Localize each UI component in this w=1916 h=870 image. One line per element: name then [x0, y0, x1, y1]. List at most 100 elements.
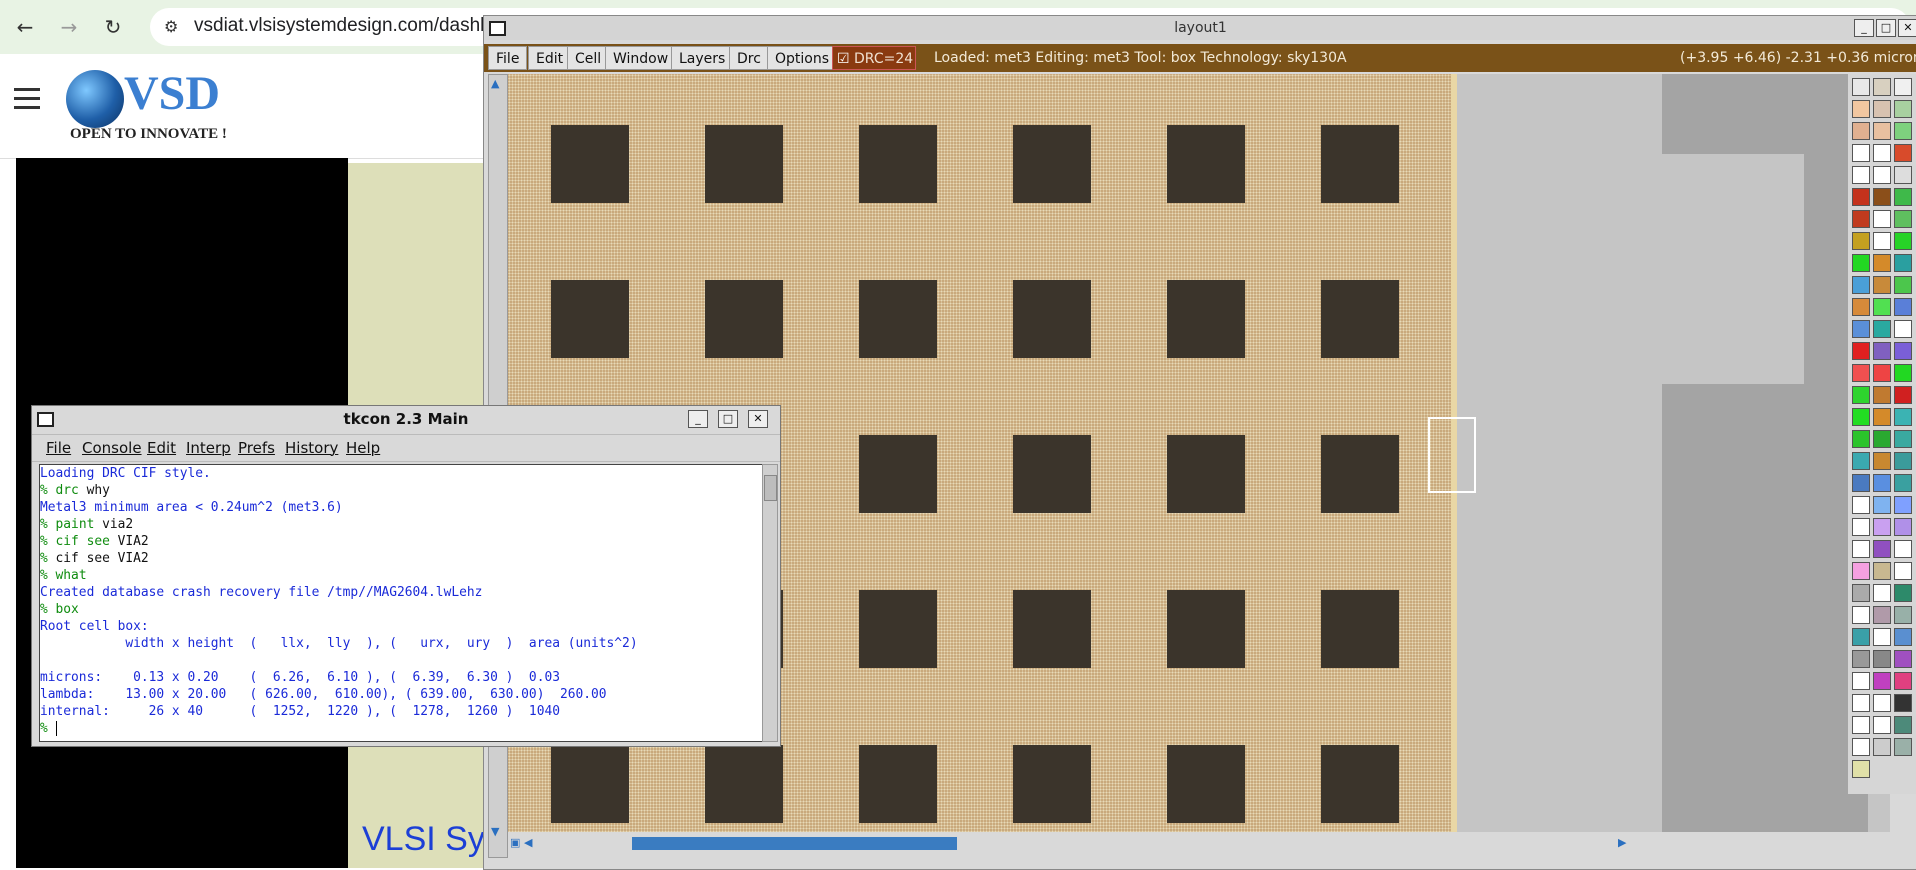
layer-swatch[interactable]: [1852, 254, 1870, 272]
layer-swatch[interactable]: [1894, 210, 1912, 228]
zoom-box-icon[interactable]: ▣: [510, 836, 520, 849]
layer-swatch[interactable]: [1894, 298, 1912, 316]
layer-swatch[interactable]: [1873, 540, 1891, 558]
layer-swatch[interactable]: [1894, 276, 1912, 294]
layer-swatch[interactable]: [1852, 122, 1870, 140]
menu-drc[interactable]: Drc: [729, 46, 769, 70]
layer-swatch[interactable]: [1873, 474, 1891, 492]
scroll-thumb[interactable]: [632, 837, 957, 850]
layer-swatch[interactable]: [1852, 540, 1870, 558]
layer-swatch[interactable]: [1873, 606, 1891, 624]
layer-swatch[interactable]: [1894, 606, 1912, 624]
console-input-line[interactable]: %: [40, 720, 762, 737]
window-menu-icon[interactable]: [489, 21, 506, 36]
layer-swatch[interactable]: [1873, 716, 1891, 734]
layer-swatch[interactable]: [1852, 650, 1870, 668]
tk-menu-history[interactable]: History: [285, 435, 338, 461]
forward-icon[interactable]: →: [54, 12, 84, 42]
menu-options[interactable]: Options: [767, 46, 838, 70]
layer-swatch[interactable]: [1873, 452, 1891, 470]
menu-layers[interactable]: Layers: [671, 46, 734, 70]
layer-swatch[interactable]: [1873, 232, 1891, 250]
layer-swatch[interactable]: [1852, 188, 1870, 206]
layer-swatch[interactable]: [1852, 408, 1870, 426]
layer-swatch[interactable]: [1894, 342, 1912, 360]
layer-swatch[interactable]: [1852, 694, 1870, 712]
layer-swatch[interactable]: [1894, 254, 1912, 272]
layer-swatch[interactable]: [1873, 188, 1891, 206]
layer-swatch[interactable]: [1852, 474, 1870, 492]
layer-swatch[interactable]: [1852, 760, 1870, 778]
layer-swatch[interactable]: [1873, 430, 1891, 448]
layer-swatch[interactable]: [1894, 694, 1912, 712]
back-icon[interactable]: ←: [10, 12, 40, 42]
menu-edit[interactable]: Edit: [528, 46, 572, 70]
scroll-right-icon[interactable]: ▶: [1618, 836, 1626, 849]
tk-scroll-thumb[interactable]: [764, 475, 777, 501]
tk-menu-interp[interactable]: Interp: [186, 435, 231, 461]
scroll-up-icon[interactable]: ▲: [491, 77, 499, 90]
layer-swatch[interactable]: [1873, 276, 1891, 294]
close-icon[interactable]: ✕: [1898, 19, 1916, 37]
layout-title-bar[interactable]: layout1: [484, 16, 1916, 40]
layer-swatch[interactable]: [1894, 122, 1912, 140]
layer-swatch[interactable]: [1894, 364, 1912, 382]
layer-swatch[interactable]: [1873, 78, 1891, 96]
layer-swatch[interactable]: [1894, 452, 1912, 470]
layer-swatch[interactable]: [1852, 78, 1870, 96]
layer-swatch[interactable]: [1894, 628, 1912, 646]
layer-swatch[interactable]: [1873, 672, 1891, 690]
layer-swatch[interactable]: [1852, 144, 1870, 162]
tkcon-console[interactable]: Loading DRC CIF style.% drc why Metal3 mi…: [39, 464, 763, 742]
layer-swatch[interactable]: [1873, 738, 1891, 756]
menu-file[interactable]: File: [488, 46, 528, 70]
layer-swatch[interactable]: [1894, 144, 1912, 162]
layer-swatch[interactable]: [1852, 364, 1870, 382]
tkcon-title[interactable]: tkcon 2.3 Main: [32, 406, 780, 432]
tk-menu-help[interactable]: Help: [346, 435, 380, 461]
layer-swatch[interactable]: [1852, 210, 1870, 228]
layer-swatch[interactable]: [1894, 716, 1912, 734]
site-info-icon[interactable]: ⚙: [164, 17, 184, 37]
reload-icon[interactable]: ↻: [98, 12, 128, 42]
layer-swatch[interactable]: [1873, 386, 1891, 404]
layer-swatch[interactable]: [1873, 694, 1891, 712]
layer-swatch[interactable]: [1894, 540, 1912, 558]
layer-swatch[interactable]: [1873, 342, 1891, 360]
layer-swatch[interactable]: [1852, 298, 1870, 316]
layer-swatch[interactable]: [1894, 320, 1912, 338]
layer-swatch[interactable]: [1894, 496, 1912, 514]
layer-swatch[interactable]: [1894, 518, 1912, 536]
layer-swatch[interactable]: [1873, 364, 1891, 382]
horizontal-scrollbar[interactable]: ▣ ◀ ▶: [508, 832, 1890, 856]
layer-swatch[interactable]: [1873, 518, 1891, 536]
layer-swatch[interactable]: [1852, 628, 1870, 646]
layer-swatch[interactable]: [1852, 320, 1870, 338]
layer-swatch[interactable]: [1894, 188, 1912, 206]
layer-palette[interactable]: [1848, 74, 1916, 794]
layer-swatch[interactable]: [1852, 100, 1870, 118]
layer-swatch[interactable]: [1894, 474, 1912, 492]
layer-swatch[interactable]: [1852, 232, 1870, 250]
maximize-icon[interactable]: □: [718, 410, 738, 428]
layer-swatch[interactable]: [1894, 584, 1912, 602]
layer-swatch[interactable]: [1894, 562, 1912, 580]
layer-swatch[interactable]: [1852, 716, 1870, 734]
layer-swatch[interactable]: [1852, 276, 1870, 294]
layer-swatch[interactable]: [1852, 518, 1870, 536]
minimize-icon[interactable]: _: [1854, 19, 1874, 37]
layer-swatch[interactable]: [1852, 672, 1870, 690]
layer-swatch[interactable]: [1894, 408, 1912, 426]
layer-swatch[interactable]: [1852, 166, 1870, 184]
layer-swatch[interactable]: [1894, 100, 1912, 118]
layer-swatch[interactable]: [1852, 738, 1870, 756]
menu-icon[interactable]: [14, 88, 40, 110]
layer-swatch[interactable]: [1852, 606, 1870, 624]
layer-swatch[interactable]: [1873, 254, 1891, 272]
layer-swatch[interactable]: [1894, 386, 1912, 404]
layer-swatch[interactable]: [1894, 232, 1912, 250]
layer-swatch[interactable]: [1873, 408, 1891, 426]
site-logo[interactable]: VSD: [124, 66, 220, 121]
layer-swatch[interactable]: [1873, 584, 1891, 602]
layer-swatch[interactable]: [1873, 298, 1891, 316]
